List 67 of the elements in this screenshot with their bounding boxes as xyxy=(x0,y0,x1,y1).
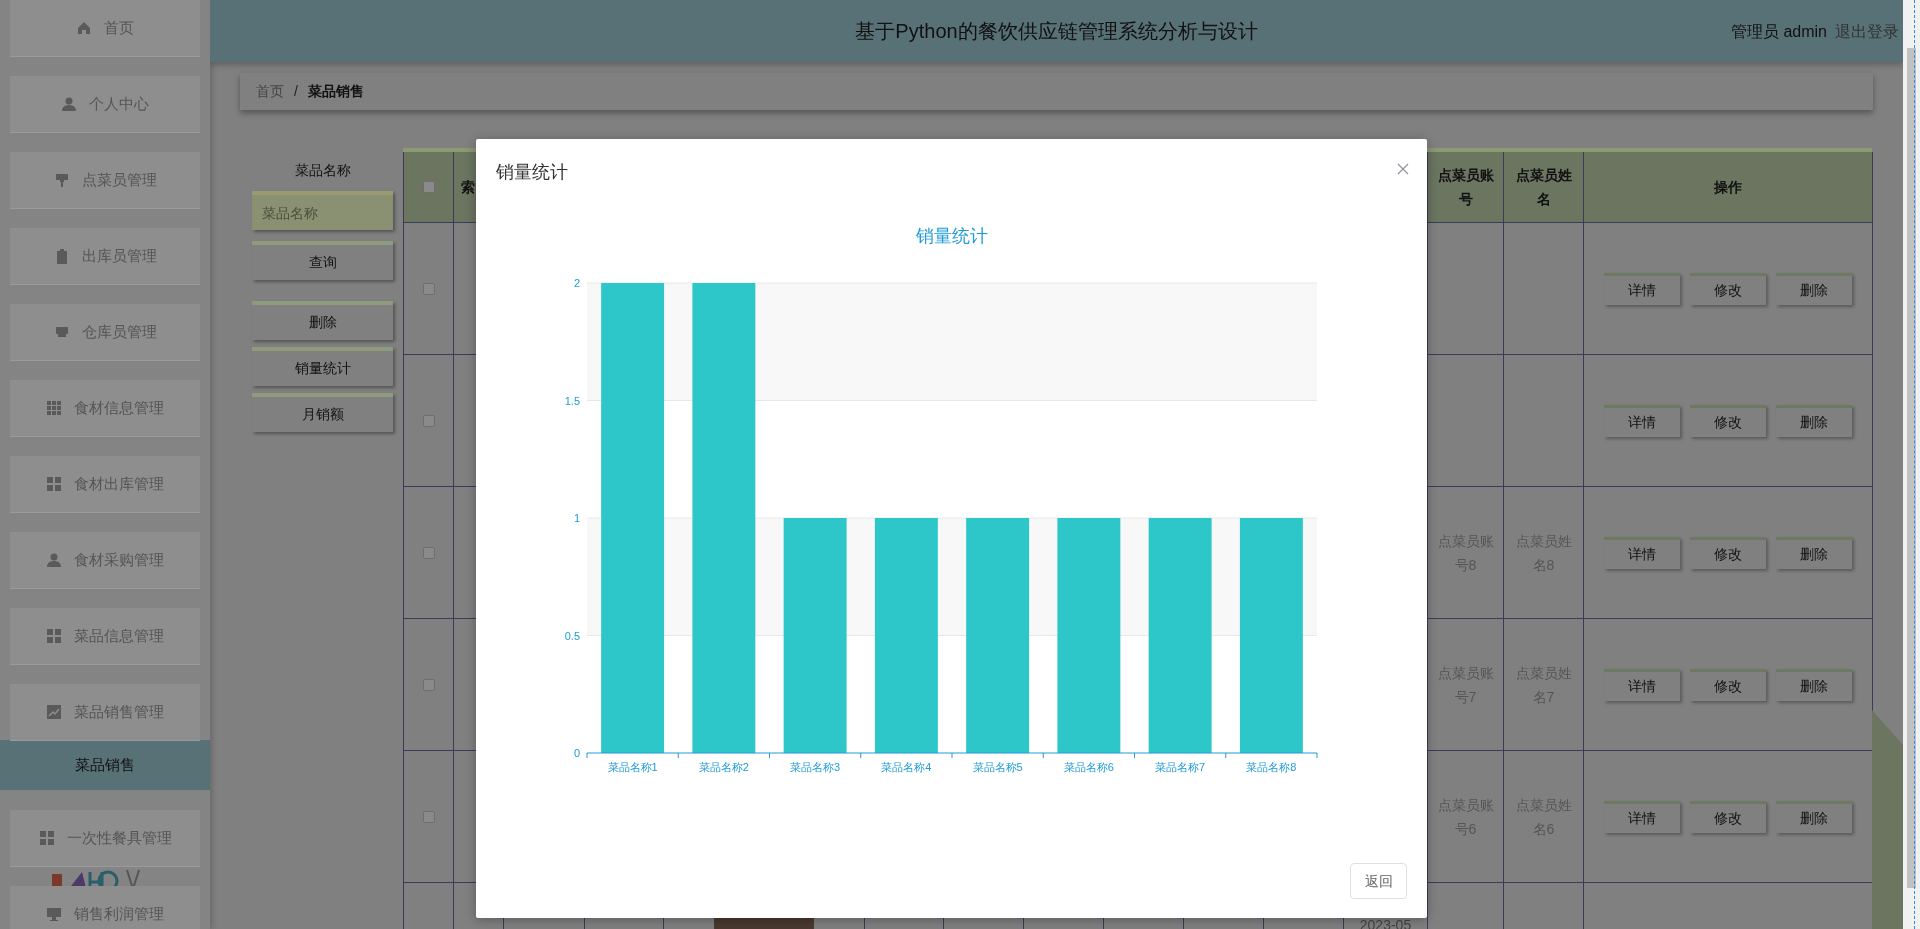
axis-label: 菜品名称7 xyxy=(1155,761,1206,773)
row-action-button[interactable]: 删除 xyxy=(1776,800,1852,833)
breadcrumb-link[interactable]: 菜品销售 xyxy=(307,81,364,102)
breadcrumb-link[interactable]: 首页 xyxy=(256,81,284,102)
search-label: 菜品名称 xyxy=(293,161,352,180)
search-panel-button[interactable]: 查询 xyxy=(252,241,393,280)
checkbox[interactable] xyxy=(422,810,435,823)
user-label: 管理员 admin xyxy=(1730,22,1827,42)
row-action-button[interactable]: 详情 xyxy=(1604,668,1680,701)
axis-label: 1 xyxy=(573,512,580,524)
axis-label: 菜品名称2 xyxy=(698,761,749,773)
row-action-button[interactable]: 修改 xyxy=(1690,668,1766,701)
axis-label: 0 xyxy=(573,747,580,759)
row-action-button[interactable]: 修改 xyxy=(1690,404,1766,437)
checkbox[interactable] xyxy=(422,678,435,691)
column-header: 点菜员姓名 xyxy=(1514,166,1573,209)
axis-label: 菜品名称6 xyxy=(1063,761,1114,773)
column-header: 索 xyxy=(460,178,475,197)
system-title: 基于Python的餐饮供应链管理系统分析与设计 xyxy=(855,19,1258,44)
grid-icon xyxy=(46,400,62,416)
checkbox[interactable] xyxy=(422,282,435,295)
chart-title: 销量统计 xyxy=(915,224,988,248)
search-field[interactable]: 菜品名称 xyxy=(252,191,393,230)
grid-icon xyxy=(38,830,55,846)
row-action-button[interactable]: 详情 xyxy=(1604,272,1680,305)
logout-link[interactable]: 退出登录 xyxy=(1835,20,1899,44)
grid-icon xyxy=(46,476,62,492)
back-button[interactable]: 返回 xyxy=(1350,863,1407,899)
checkbox[interactable] xyxy=(422,546,435,559)
monitor-icon xyxy=(53,324,70,340)
search-panel-button[interactable]: 月销额 xyxy=(252,393,393,432)
axis-label: 菜品名称1 xyxy=(607,761,658,773)
scrollbar[interactable] xyxy=(1903,0,1920,929)
row-action-button[interactable]: 修改 xyxy=(1690,272,1766,305)
user-icon xyxy=(46,552,62,568)
row-action-button[interactable]: 详情 xyxy=(1604,800,1680,833)
search-panel-button[interactable]: 删除 xyxy=(252,301,393,340)
user-icon xyxy=(61,96,77,112)
row-action-button[interactable]: 详情 xyxy=(1604,404,1680,437)
axis-label: 菜品名称8 xyxy=(1246,761,1297,773)
row-action-button[interactable]: 修改 xyxy=(1690,536,1766,569)
axis-label: 0.5 xyxy=(564,629,580,642)
monitor-icon xyxy=(46,906,62,922)
row-action-button[interactable]: 删除 xyxy=(1776,272,1852,305)
breadcrumb-separator: / xyxy=(294,82,298,101)
search-panel-button[interactable]: 销量统计 xyxy=(252,347,393,386)
grid-icon xyxy=(46,628,62,644)
axis-label: 菜品名称3 xyxy=(790,761,841,773)
checkbox[interactable] xyxy=(422,181,435,193)
close-icon[interactable] xyxy=(1397,163,1409,175)
axis-label: 2 xyxy=(573,277,580,289)
checkbox[interactable] xyxy=(422,414,435,427)
axis-label: 菜品名称4 xyxy=(881,761,932,773)
modal-title: 销量统计 xyxy=(496,160,568,184)
home-icon xyxy=(76,20,92,36)
row-action-button[interactable]: 修改 xyxy=(1690,800,1766,833)
axis-label: 1.5 xyxy=(564,394,580,407)
brush-icon xyxy=(53,172,70,188)
row-action-button[interactable]: 删除 xyxy=(1776,668,1852,701)
chart-icon xyxy=(46,704,62,720)
sidebar-item[interactable]: 菜品销售 xyxy=(0,740,210,790)
column-header: 点菜员账号 xyxy=(1436,166,1495,209)
row-action-button[interactable]: 删除 xyxy=(1776,404,1852,437)
column-header: 操作 xyxy=(1713,178,1743,197)
row-action-button[interactable]: 删除 xyxy=(1776,536,1852,569)
axis-label: 菜品名称5 xyxy=(972,761,1023,773)
row-action-button[interactable]: 详情 xyxy=(1604,536,1680,569)
